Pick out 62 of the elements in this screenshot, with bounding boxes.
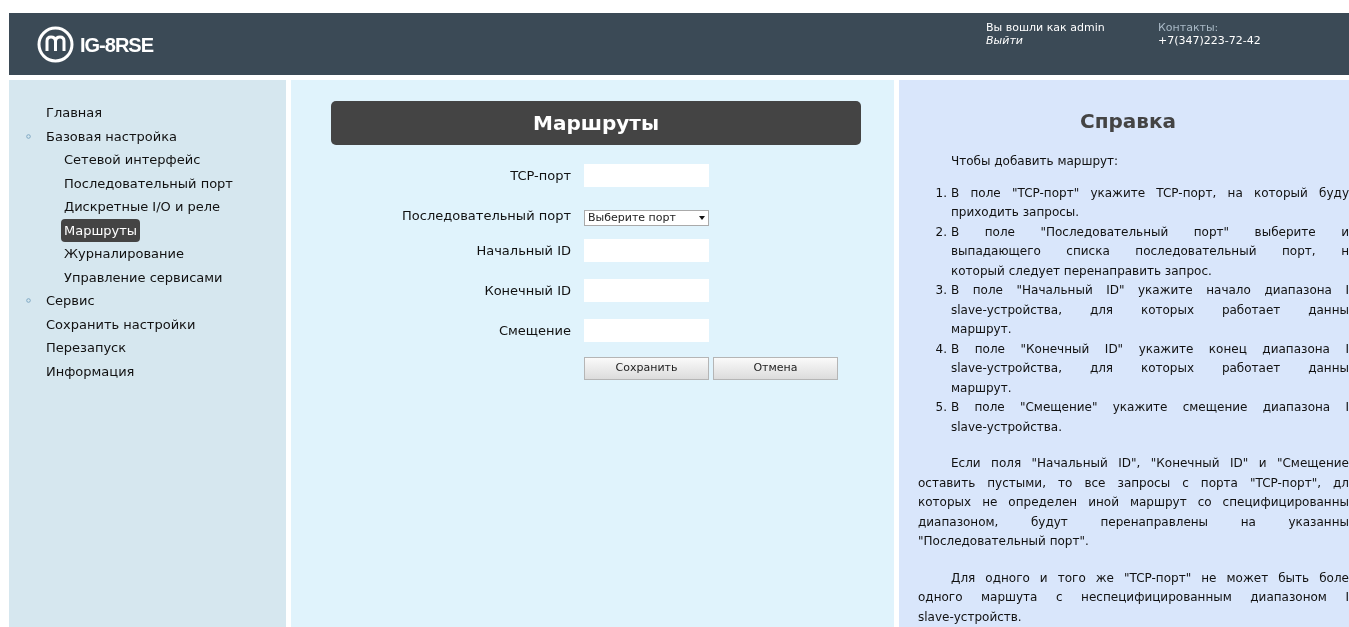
help-text: который следует перенаправить запрос. (951, 263, 1212, 278)
login-status-text: Вы вошли как admin (986, 21, 1105, 34)
help-text: slave-устройства, для которых работает данны (951, 360, 1349, 377)
sidebar-item[interactable]: Дискретные I/O и реле (64, 197, 221, 217)
bullet-icon (26, 133, 31, 139)
sidebar-item[interactable]: Последовательный порт (64, 173, 233, 193)
sidebar-item[interactable]: Сетевой интерфейс (64, 150, 201, 170)
help-text: slave-устройства. (951, 419, 1063, 434)
field-label: Последовательный порт (402, 208, 571, 223)
help-text: одного маршута с неспецифицированным диапазоном I (918, 589, 1349, 606)
help-title: Справка (1078, 108, 1177, 135)
help-text: маршрут. (951, 380, 1012, 395)
form-title-bar: Маршруты (331, 101, 861, 145)
contacts-label: Контакты: (1158, 21, 1220, 34)
input-field[interactable] (584, 238, 709, 262)
help-text: В поле "Смещение" укажите смещение диапазона I (951, 399, 1349, 416)
port-dropdown[interactable]: Выберите порт (584, 210, 709, 226)
field-label: Смещение (498, 323, 571, 338)
help-text: диапазоном, будут перенаправлены на указанны (918, 513, 1349, 531)
list-number: 2. (934, 223, 948, 241)
form-button[interactable]: Отмена (713, 357, 838, 380)
help-text: Чтобы добавить маршрут: (951, 154, 1119, 168)
sidebar-item[interactable]: Маршруты (61, 218, 141, 242)
help-text: В поле "TCP-порт" укажите TCP-порт, на который буду (951, 184, 1349, 202)
help-text: slave-устройства, для которых работает данны (951, 301, 1349, 319)
logout-link[interactable]: Выйти (986, 34, 1023, 47)
sidebar-item[interactable]: Базовая настройка (46, 126, 177, 146)
phone-number: +7(347)223-72-42 (1158, 34, 1261, 47)
sidebar-item[interactable]: Управление сервисами (64, 267, 223, 287)
help-text: В поле "Последовательный порт" выберите и (951, 223, 1349, 241)
help-text: В поле "Начальный ID" укажите начало диапазона I (951, 282, 1349, 299)
input-field[interactable] (584, 163, 709, 187)
dropdown-caret-icon (699, 216, 705, 220)
field-label: Начальный ID (476, 243, 571, 258)
help-text: которых не определен иной маршрут со специфицированны (918, 494, 1349, 511)
help-text: Если поля "Начальный ID", "Конечный ID" и "Смещение (951, 455, 1349, 472)
input-field[interactable] (584, 278, 709, 302)
help-text: "Последовательный порт". (918, 534, 1089, 548)
sidebar-item[interactable]: Сохранить настройки (46, 314, 196, 334)
help-text: приходить запросы. (951, 205, 1080, 219)
help-text: маршрут. (951, 322, 1012, 336)
form-button[interactable]: Сохранить (584, 357, 709, 380)
product-name: IG-8RSE (80, 32, 154, 58)
field-label: TCP-порт (510, 168, 571, 183)
logo-icon (37, 26, 74, 63)
help-text: выпадающего списка последовательный порт, н (951, 243, 1349, 260)
input-field[interactable] (584, 318, 709, 342)
list-number: 1. (934, 184, 948, 202)
list-number: 3. (934, 282, 948, 299)
help-text: Для одного и того же "TCP-порт" не может быть боле (951, 569, 1349, 587)
help-text: оставить пустыми, то все запросы с порта "TCP-порт", дл (918, 474, 1349, 492)
bullet-icon (26, 298, 31, 304)
field-label: Конечный ID (484, 283, 571, 298)
sidebar-item[interactable]: Журналирование (64, 244, 184, 264)
list-number: 5. (934, 399, 948, 416)
sidebar-item[interactable]: Информация (46, 361, 135, 381)
sidebar-item[interactable]: Перезапуск (46, 338, 127, 358)
help-text: В поле "Конечный ID" укажите конец диапазона I (951, 340, 1349, 358)
sidebar-item[interactable]: Главная (46, 103, 103, 123)
sidebar-item[interactable]: Сервис (46, 291, 95, 311)
help-text: slave-устройств. (918, 609, 1022, 624)
list-number: 4. (934, 340, 948, 358)
